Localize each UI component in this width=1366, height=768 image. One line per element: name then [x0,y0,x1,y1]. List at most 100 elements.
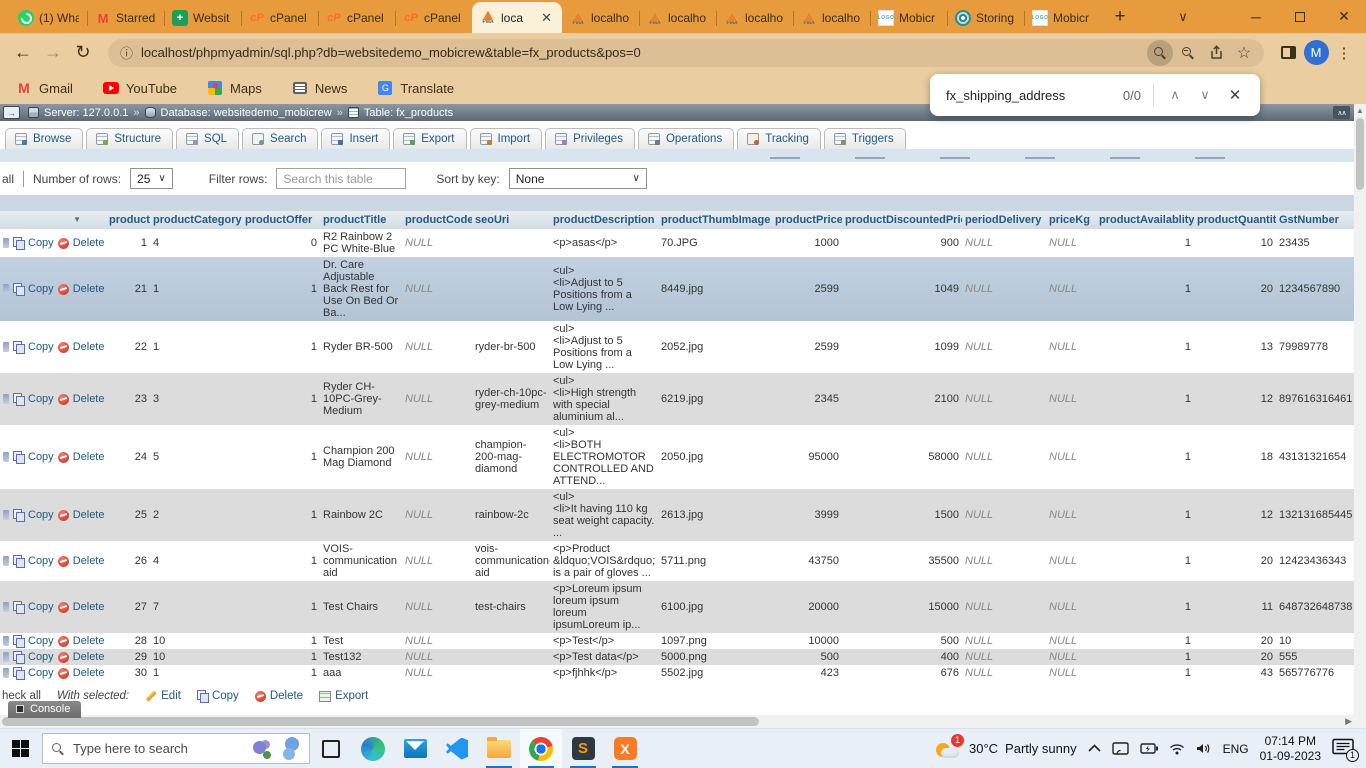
cell-periodDelivery[interactable]: NULL [962,665,1046,681]
column-header-GstNumber[interactable]: GstNumber [1276,211,1366,229]
cell-productThumbImage[interactable]: 5711.png [658,541,772,581]
cell-productOffer[interactable]: 1 [242,541,320,581]
column-header-productAvailablity[interactable]: productAvailablity [1096,211,1194,229]
cell-productThumbImage[interactable]: 8449.jpg [658,257,772,321]
cell-productOffer[interactable]: 1 [242,373,320,425]
cell-priceKg[interactable]: NULL [1046,425,1096,489]
cell-productCategory[interactable]: 2 [150,489,242,541]
cell-productOffer[interactable]: 1 [242,633,320,649]
pma-tab-tracking[interactable]: Tracking [737,128,821,149]
cell-productDescription[interactable]: <p>Test</p> [550,633,658,649]
cell-productCode[interactable]: NULL [402,229,472,257]
cell-periodDelivery[interactable]: NULL [962,649,1046,665]
cell-productCategory[interactable]: 7 [150,581,242,633]
cell-productDescription[interactable]: <ul> <li>BOTH ELECTROMOTOR CONTROLLED AN… [550,425,658,489]
row-copy-link[interactable]: Copy [28,601,54,613]
cell-productDescription[interactable]: <p>Loreum ipsum loreum ipsum loreum ipsu… [550,581,658,633]
tray-expand-chevron-icon[interactable] [1088,744,1101,753]
cell-productQuantity[interactable]: 20 [1194,633,1276,649]
cell-productCategory[interactable]: 1 [150,321,242,373]
cell-productDiscountedPrice[interactable]: 900 [842,229,962,257]
bookmark-maps[interactable]: Maps [207,80,262,96]
cell-productPrice[interactable]: 500 [772,649,842,665]
copy-selected-button[interactable]: Copy [197,690,239,702]
row-copy-link[interactable]: Copy [28,509,54,521]
vscode-app-button[interactable] [436,729,478,768]
find-in-page-active-icon[interactable] [1146,39,1174,67]
minimize-button[interactable]: ─ [1234,0,1278,33]
cell-GstNumber[interactable]: 565776776 [1276,665,1366,681]
column-header-productDiscountedPrice[interactable]: productDiscountedPrice [842,211,962,229]
cell-productThumbImage[interactable]: 1097.png [658,633,772,649]
row-options-chevron-icon[interactable]: ▼ [73,214,81,226]
cell-productOffer[interactable]: 1 [242,425,320,489]
cell-productAvailablity[interactable]: 1 [1096,321,1194,373]
cell-productAvailablity[interactable]: 1 [1096,665,1194,681]
cell-productCode[interactable]: NULL [402,541,472,581]
row-delete-link[interactable]: Delete [73,341,105,353]
cell-productDiscountedPrice[interactable]: 400 [842,649,962,665]
cell-productDescription[interactable]: <ul> <li>It having 110 kg seat weight ca… [550,489,658,541]
cell-periodDelivery[interactable]: NULL [962,633,1046,649]
cell-productDiscountedPrice[interactable]: 1500 [842,489,962,541]
breadcrumb-server[interactable]: Server: 127.0.0.1 [44,107,128,119]
cell-productThumbImage[interactable]: 5000.png [658,649,772,665]
cell-productCategory[interactable]: 4 [150,229,242,257]
zoom-icon[interactable] [1174,39,1202,67]
find-next-icon[interactable]: ∨ [1190,80,1220,110]
cell-productDiscountedPrice[interactable]: 15000 [842,581,962,633]
cell-periodDelivery[interactable]: NULL [962,373,1046,425]
cell-productTitle[interactable]: Dr. Care Adjustable Back Rest for Use On… [320,257,402,321]
cell-productThumbImage[interactable]: 5502.jpg [658,665,772,681]
cell-seoUri[interactable]: test-chairs [472,581,550,633]
cell-productQuantity[interactable]: 12 [1194,489,1276,541]
cell-productQuantity[interactable]: 18 [1194,425,1276,489]
cell-productCode[interactable]: NULL [402,321,472,373]
cell-productDescription[interactable]: <p>asas</p> [550,229,658,257]
cell-productCode[interactable]: NULL [402,425,472,489]
cell-GstNumber[interactable]: 43131321654 [1276,425,1366,489]
browser-tab-5[interactable]: cPcPanel [395,3,472,33]
row-copy-link[interactable]: Copy [28,635,54,647]
browser-tab-9[interactable]: PMAlocalho [716,3,793,33]
row-copy-link[interactable]: Copy [28,283,54,295]
cell-productQuantity[interactable]: 20 [1194,257,1276,321]
cell-productCategory[interactable]: 1 [150,257,242,321]
cell-priceKg[interactable]: NULL [1046,541,1096,581]
start-button[interactable] [0,729,40,768]
find-previous-icon[interactable]: ∧ [1160,80,1190,110]
cell-productTitle[interactable]: Ryder CH-10PC-Grey-Medium [320,373,402,425]
cell-productPrice[interactable]: 2599 [772,321,842,373]
cell-productDescription[interactable]: <ul> <li>High strength with special alum… [550,373,658,425]
cell-productTitle[interactable]: Test [320,633,402,649]
cell-GstNumber[interactable]: 79989778 [1276,321,1366,373]
row-delete-link[interactable]: Delete [73,393,105,405]
find-close-icon[interactable]: ✕ [1220,80,1250,110]
back-button[interactable]: ← [8,38,38,68]
pma-tab-export[interactable]: Export [393,128,466,149]
restore-button[interactable] [1278,0,1322,33]
bookmark-gmail[interactable]: MGmail [16,80,73,96]
cell-seoUri[interactable] [472,665,550,681]
cell-productAvailablity[interactable]: 1 [1096,373,1194,425]
cell-productPrice[interactable]: 20000 [772,581,842,633]
browser-menu-icon[interactable]: ⋮ [1330,39,1358,67]
cell-seoUri[interactable]: vois-communication-aid [472,541,550,581]
cell-productAvailablity[interactable]: 1 [1096,257,1194,321]
row-copy-link[interactable]: Copy [28,393,54,405]
cell-productCode[interactable]: NULL [402,373,472,425]
cell-priceKg[interactable]: NULL [1046,373,1096,425]
tab-close-icon[interactable]: ✕ [539,10,554,26]
cell-productID[interactable]: 1 [106,229,150,257]
cell-productOffer[interactable]: 1 [242,649,320,665]
cell-productThumbImage[interactable]: 2613.jpg [658,489,772,541]
cell-productID[interactable]: 26 [106,541,150,581]
cell-productID[interactable]: 29 [106,649,150,665]
breadcrumb-table[interactable]: Table: fx_products [364,107,453,119]
pma-tab-import[interactable]: Import [470,128,543,149]
cell-productID[interactable]: 22 [106,321,150,373]
browser-tab-7[interactable]: PMAlocalho [562,3,639,33]
column-header-productCode[interactable]: productCode [402,211,472,229]
row-copy-link[interactable]: Copy [28,651,54,663]
cell-productTitle[interactable]: aaa [320,665,402,681]
